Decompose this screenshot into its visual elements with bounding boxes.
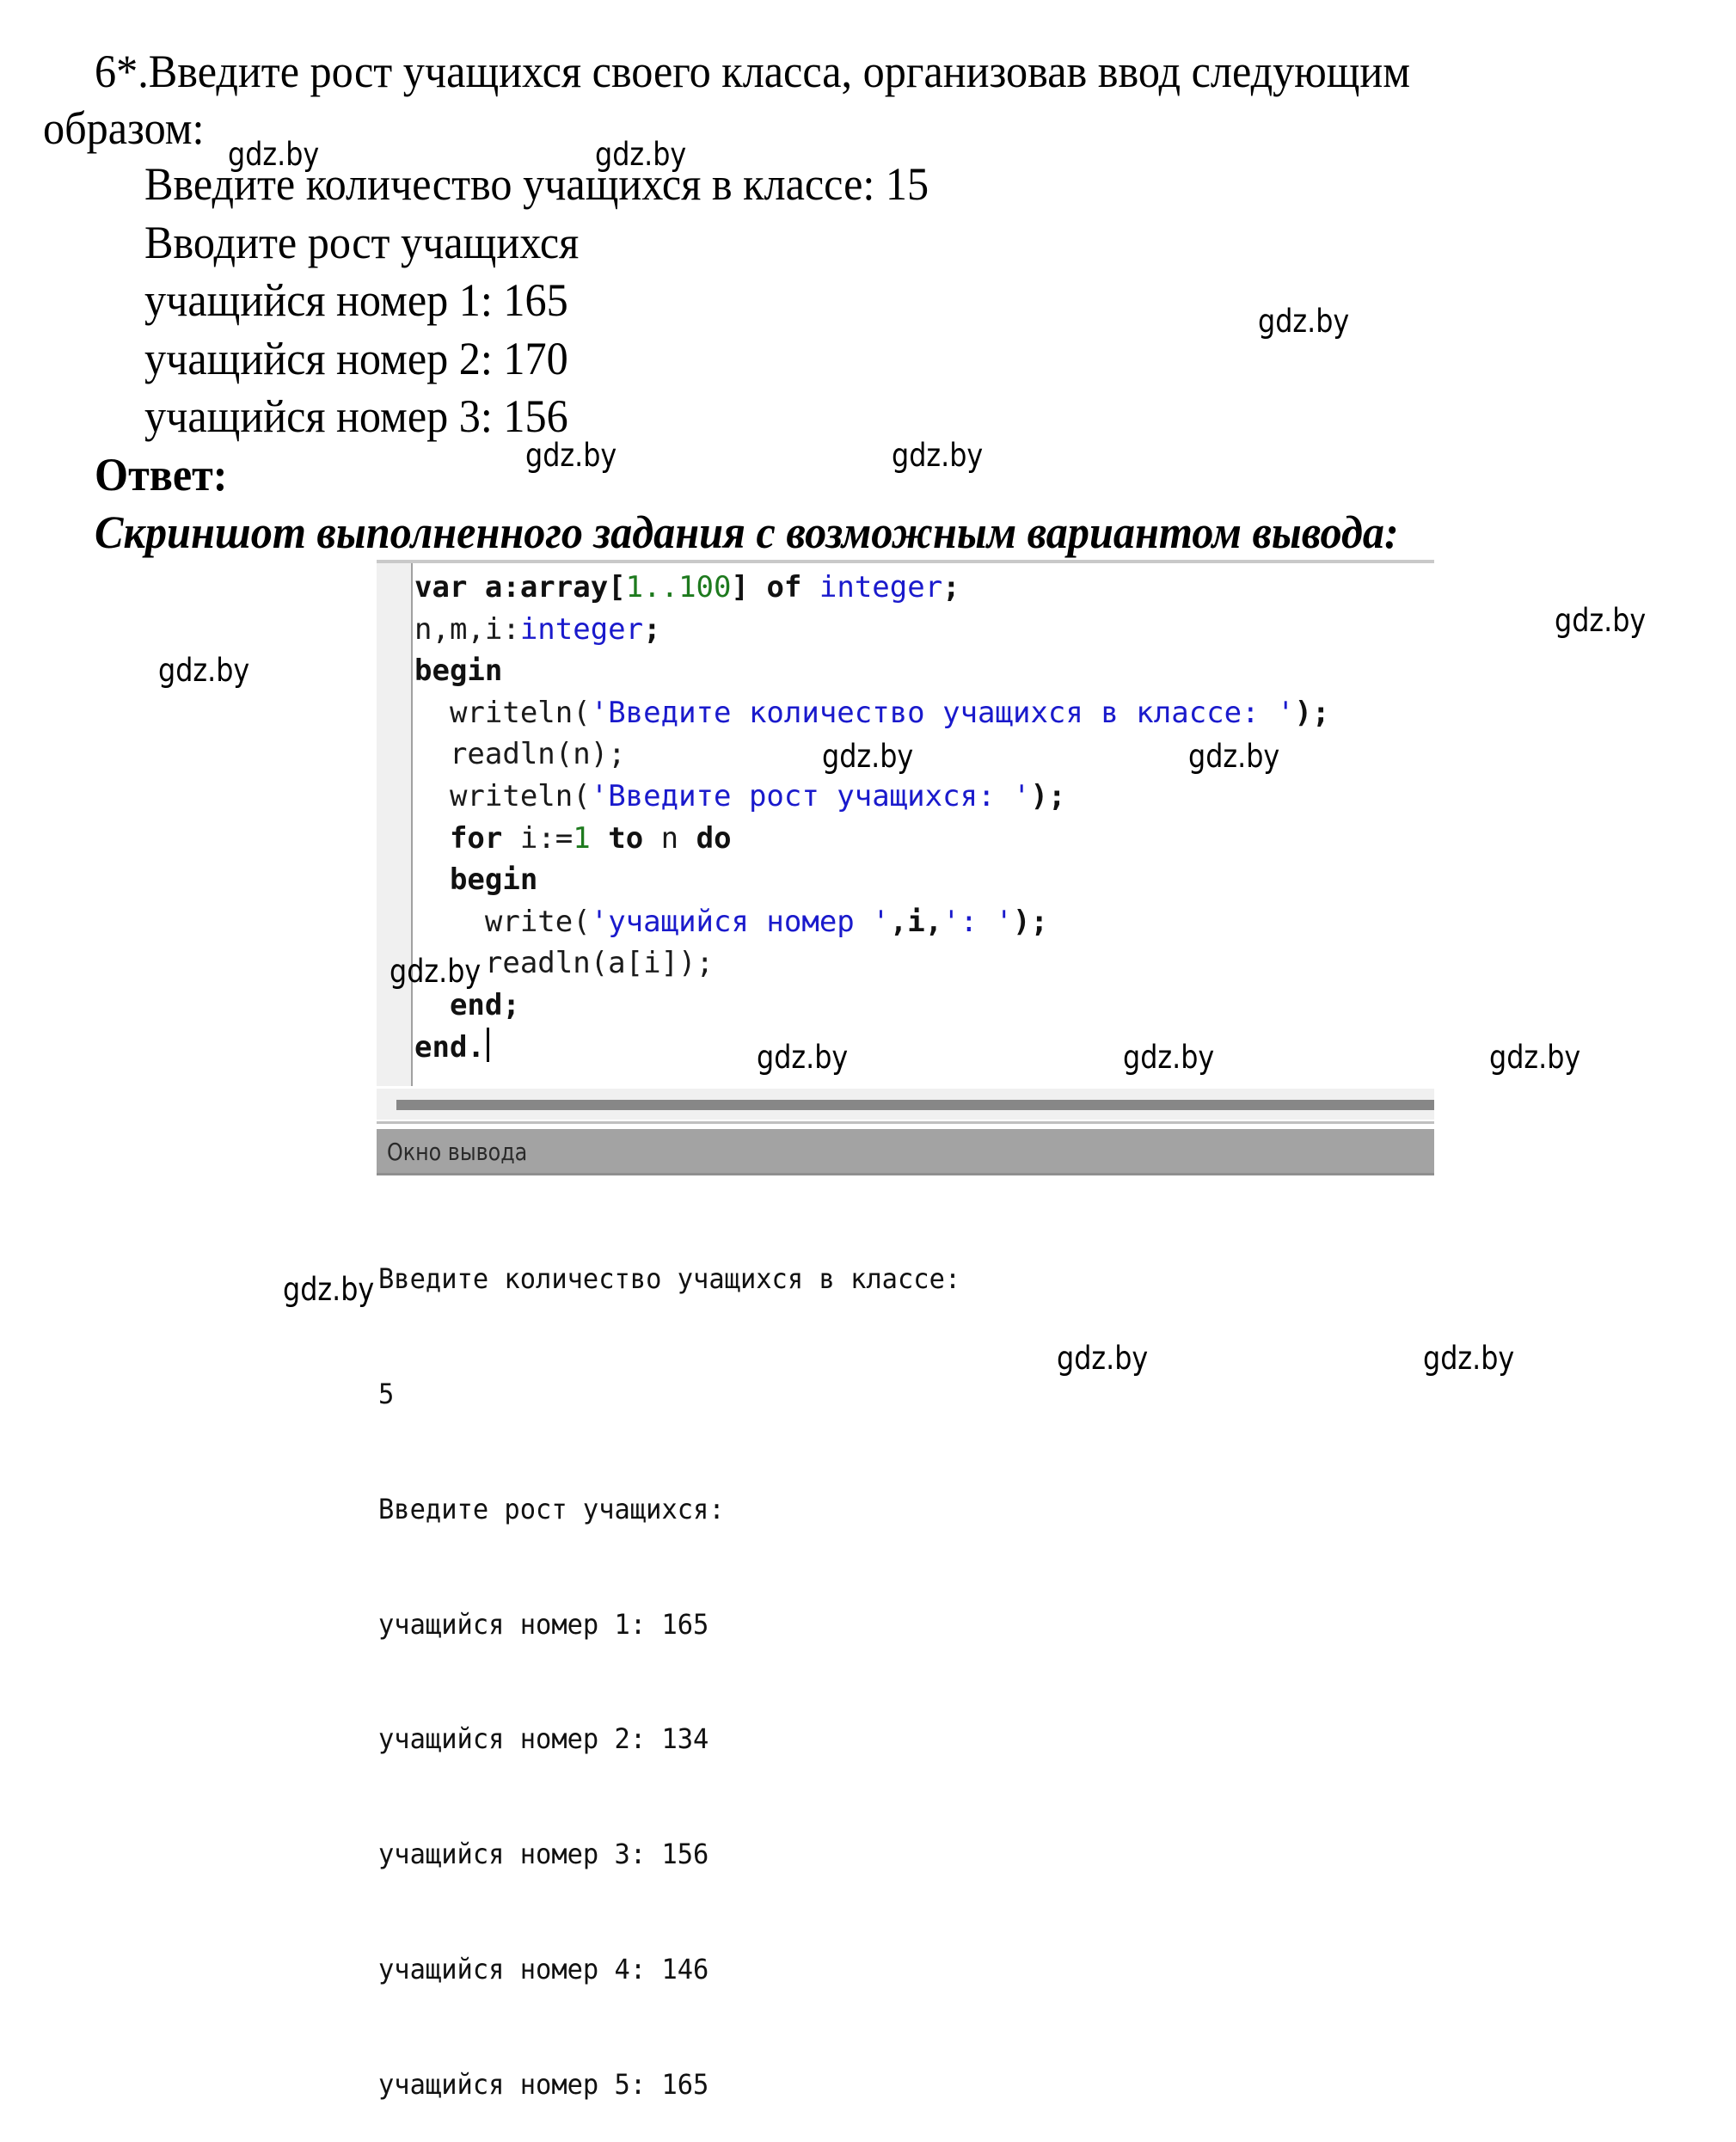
sample-dialog-line: Вводите рост учащихся <box>144 217 580 268</box>
editor-gutter <box>377 563 413 1086</box>
code-token-plain: readln(a[i]); <box>484 946 714 981</box>
code-token-num: 1..100 <box>625 570 732 605</box>
code-token-str: ': ' <box>942 904 1014 939</box>
watermark: gdz.by <box>1188 738 1280 775</box>
code-token-kw: of <box>766 570 802 605</box>
code-token-kw: ] <box>731 570 767 605</box>
code-line[interactable]: end. <box>414 1027 1434 1069</box>
code-token-plain: i:= <box>502 820 574 856</box>
code-token-kw: ; <box>942 570 960 605</box>
code-token-typ: integer <box>519 611 644 647</box>
sample-dialog-line: учащийся номер 3: 156 <box>144 390 568 442</box>
code-line[interactable]: for i:=1 to n do <box>414 818 1434 860</box>
text-caret <box>486 1027 489 1062</box>
code-token-str: 'Введите рост учащихся: ' <box>590 778 1031 813</box>
output-line: учащийся номер 2: 134 <box>378 1722 709 1756</box>
watermark: gdz.by <box>1123 1039 1215 1076</box>
watermark: gdz.by <box>1489 1039 1581 1076</box>
code-token-kw: to <box>608 820 644 856</box>
code-text[interactable]: var a:array[1..100] of integer; n,m,i:int… <box>414 567 1434 1068</box>
code-token-str: 'Введите количество учащихся в классе: ' <box>590 695 1295 730</box>
output-line: учащийся номер 3: 156 <box>378 1838 709 1871</box>
code-token-kw: begin <box>449 862 538 898</box>
output-line: учащийся номер 4: 146 <box>378 1952 709 1985</box>
code-token-kw <box>801 570 819 605</box>
code-token-kw: a:array[ <box>467 570 626 605</box>
code-line[interactable]: readln(n); <box>414 733 1434 776</box>
output-window-header: Окно вывода <box>377 1129 1434 1175</box>
watermark: gdz.by <box>757 1039 849 1076</box>
output-line: учащийся номер 5: 165 <box>378 2067 709 2101</box>
code-line[interactable]: end; <box>414 985 1434 1027</box>
task-statement-line-1: 6*.Введите рост учащихся своего класса, … <box>95 46 1411 97</box>
watermark: gdz.by <box>892 437 984 474</box>
output-line: 5 <box>378 1377 395 1410</box>
code-token-plain: n <box>643 820 696 856</box>
code-token-kw: ,i, <box>889 904 943 939</box>
horizontal-scrollbar[interactable] <box>377 1089 1434 1120</box>
code-line[interactable]: var a:array[1..100] of integer; <box>414 567 1434 609</box>
code-token-plain: writeln( <box>449 778 591 813</box>
sample-dialog-line: учащийся номер 2: 170 <box>144 333 568 384</box>
panel-divider[interactable] <box>377 1121 1434 1124</box>
code-token-kw: ); <box>1294 695 1330 730</box>
watermark: gdz.by <box>1057 1340 1149 1377</box>
watermark: gdz.by <box>228 136 320 173</box>
task-statement-line-2: образом: <box>43 102 205 154</box>
sample-dialog-line: учащийся номер 1: 165 <box>144 274 568 326</box>
code-line[interactable]: readln(a[i]); <box>414 942 1434 985</box>
code-token-kw: end; <box>449 987 520 1022</box>
code-token-plain: readln(n); <box>449 737 626 772</box>
code-token-kw: for <box>449 820 503 856</box>
code-token-kw: ; <box>643 611 661 647</box>
watermark: gdz.by <box>525 437 617 474</box>
output-line: Введите рост учащихся: <box>378 1492 725 1525</box>
scrollbar-thumb[interactable] <box>396 1100 1434 1110</box>
watermark: gdz.by <box>390 953 482 990</box>
code-token-kw: ); <box>1030 778 1066 813</box>
code-token-num: 1 <box>573 820 591 856</box>
answer-label: Ответ: <box>95 449 228 500</box>
code-token-str: 'учащийся номер ' <box>590 904 890 939</box>
code-token-kw: do <box>696 820 732 856</box>
code-line[interactable]: writeln('Введите количество учащихся в к… <box>414 692 1434 734</box>
watermark: gdz.by <box>1258 303 1350 340</box>
code-token-kw: var <box>414 570 468 605</box>
code-line[interactable]: write('учащийся номер ',i,': '); <box>414 901 1434 943</box>
watermark: gdz.by <box>158 652 250 689</box>
watermark: gdz.by <box>283 1271 375 1308</box>
code-line[interactable]: begin <box>414 650 1434 692</box>
output-line: учащийся номер 1: 165 <box>378 1607 709 1641</box>
code-token-kw: end. <box>414 1029 485 1065</box>
code-token-kw: begin <box>414 654 503 689</box>
answer-subtitle: Скриншот выполненного задания с возможны… <box>95 506 1399 558</box>
code-line[interactable]: writeln('Введите рост учащихся: '); <box>414 776 1434 818</box>
watermark: gdz.by <box>1423 1340 1515 1377</box>
code-editor[interactable]: var a:array[1..100] of integer; n,m,i:int… <box>377 560 1434 1086</box>
code-token-plain: write( <box>484 904 591 939</box>
code-line[interactable]: begin <box>414 859 1434 901</box>
watermark: gdz.by <box>595 136 687 173</box>
watermark: gdz.by <box>1555 602 1647 639</box>
output-line: Введите количество учащихся в классе: <box>378 1262 961 1296</box>
code-line[interactable]: n,m,i:integer; <box>414 609 1434 651</box>
code-token-plain: n,m,i: <box>414 611 520 647</box>
code-token-plain: writeln( <box>449 695 591 730</box>
output-window-title: Окно вывода <box>387 1138 528 1166</box>
output-window: Введите количество учащихся в классе: 5 … <box>378 1183 991 2142</box>
watermark: gdz.by <box>822 738 914 775</box>
code-token-typ: integer <box>819 570 943 605</box>
code-token-kw: ); <box>1013 904 1048 939</box>
